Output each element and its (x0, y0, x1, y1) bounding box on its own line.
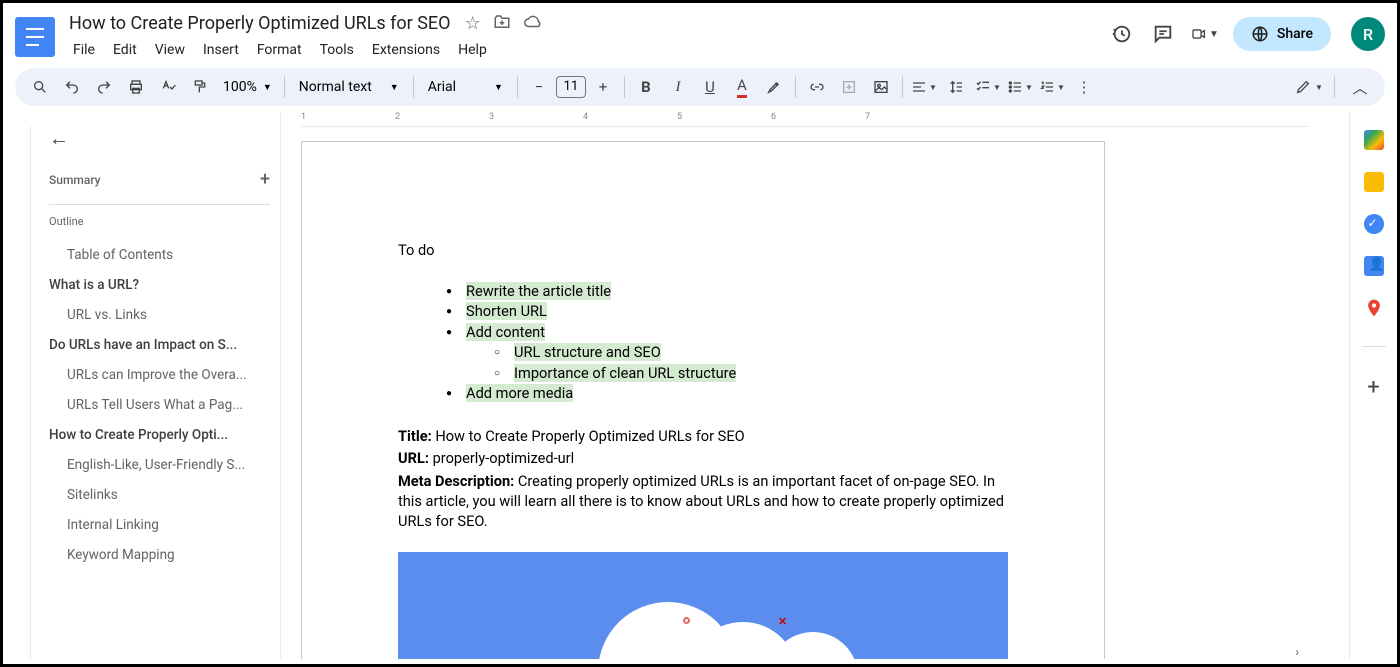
account-avatar[interactable]: R (1351, 17, 1385, 51)
todo-item: Add content (466, 323, 545, 341)
font-size-input[interactable]: 11 (556, 76, 586, 98)
add-comment-button[interactable] (834, 72, 864, 102)
horizontal-ruler[interactable]: 1234567 (301, 112, 1309, 127)
document-canvas[interactable]: 1234567 To do Rewrite the article title … (281, 112, 1349, 659)
outline-panel: ← Summary + Outline Table of ContentsWha… (31, 112, 281, 659)
add-summary-button[interactable]: + (260, 169, 270, 190)
checklist-button[interactable]: ▼ (973, 72, 1003, 102)
contacts-icon[interactable]: 👤 (1364, 256, 1384, 276)
page[interactable]: To do Rewrite the article title Shorten … (301, 141, 1105, 659)
underline-button[interactable]: U (695, 72, 725, 102)
zoom-select[interactable]: 100%▼ (217, 79, 278, 95)
history-icon[interactable] (1107, 20, 1135, 48)
share-label: Share (1277, 26, 1313, 42)
embedded-image[interactable]: ✕ (398, 552, 1008, 659)
link-button[interactable] (802, 72, 832, 102)
text-color-button[interactable]: A (727, 72, 757, 102)
star-icon[interactable]: ☆ (465, 13, 481, 34)
title-value: How to Create Properly Optimized URLs fo… (432, 427, 745, 445)
insert-image-button[interactable] (866, 72, 896, 102)
outline-item[interactable]: Table of Contents (49, 240, 270, 270)
keep-icon[interactable] (1364, 172, 1384, 192)
menu-format[interactable]: Format (249, 38, 310, 62)
url-value: properly-optimized-url (429, 449, 574, 467)
outline-item[interactable]: What is a URL? (49, 270, 270, 300)
add-addon-button[interactable]: + (1367, 375, 1379, 400)
bulleted-list-button[interactable]: ▼ (1005, 72, 1035, 102)
align-button[interactable]: ▼ (909, 72, 939, 102)
calendar-icon[interactable] (1364, 130, 1384, 150)
outline-item[interactable]: English-Like, User-Friendly S... (49, 450, 270, 480)
outline-item[interactable]: How to Create Properly Opti... (49, 420, 270, 450)
redo-button[interactable] (89, 72, 119, 102)
menu-insert[interactable]: Insert (195, 38, 247, 62)
outline-item[interactable]: Internal Linking (49, 510, 270, 540)
search-icon[interactable] (25, 72, 55, 102)
menu-help[interactable]: Help (450, 38, 495, 62)
todo-subitem: Importance of clean URL structure (514, 364, 736, 382)
side-panel: ✓ 👤 + (1349, 112, 1397, 659)
outline-close-button[interactable]: ← (49, 126, 270, 151)
highlight-button[interactable] (759, 72, 789, 102)
increase-font-button[interactable]: + (588, 72, 618, 102)
more-options-button[interactable]: ⋮ (1069, 72, 1099, 102)
menu-extensions[interactable]: Extensions (364, 38, 448, 62)
todo-item: Rewrite the article title (466, 282, 611, 300)
print-button[interactable] (121, 72, 151, 102)
summary-label: Summary (49, 173, 101, 187)
spellcheck-button[interactable] (153, 72, 183, 102)
url-label: URL: (398, 449, 429, 467)
move-icon[interactable] (493, 13, 511, 34)
vertical-ruler (3, 112, 31, 659)
todo-subitem: URL structure and SEO (514, 343, 661, 361)
globe-icon (1251, 25, 1269, 43)
header: How to Create Properly Optimized URLs fo… (3, 3, 1397, 62)
tasks-icon[interactable]: ✓ (1364, 214, 1384, 234)
italic-button[interactable]: I (663, 72, 693, 102)
outline-item[interactable]: URL vs. Links (49, 300, 270, 330)
doc-heading: To do (398, 240, 1008, 260)
comments-icon[interactable] (1149, 20, 1177, 48)
outline-item[interactable]: Keyword Mapping (49, 540, 270, 570)
decrease-font-button[interactable]: − (524, 72, 554, 102)
share-button[interactable]: Share (1233, 17, 1331, 51)
line-spacing-button[interactable] (941, 72, 971, 102)
todo-item: Shorten URL (466, 302, 547, 320)
editing-mode-button[interactable]: ▼ (1294, 72, 1324, 102)
menu-tools[interactable]: Tools (312, 38, 362, 62)
outline-item[interactable]: Sitelinks (49, 480, 270, 510)
outline-item[interactable]: Do URLs have an Impact on S... (49, 330, 270, 360)
title-label: Title: (398, 427, 432, 445)
maps-icon[interactable] (1364, 298, 1384, 318)
outline-item[interactable]: URLs can Improve the Overa... (49, 360, 270, 390)
outline-section-label: Outline (49, 215, 270, 228)
bold-button[interactable]: B (631, 72, 661, 102)
font-select[interactable]: Arial▼ (420, 79, 511, 95)
meet-button[interactable]: ▼ (1191, 20, 1219, 48)
todo-item: Add more media (466, 384, 573, 402)
menu-edit[interactable]: Edit (105, 38, 145, 62)
numbered-list-button[interactable]: ▼ (1037, 72, 1067, 102)
toolbar: 100%▼ Normal text▼ Arial▼ − 11 + B I U A… (15, 68, 1385, 106)
menu-file[interactable]: File (65, 38, 103, 62)
document-title[interactable]: How to Create Properly Optimized URLs fo… (65, 11, 455, 36)
outline-item[interactable]: URLs Tell Users What a Pag... (49, 390, 270, 420)
menu-view[interactable]: View (147, 38, 193, 62)
paragraph-style-select[interactable]: Normal text▼ (291, 79, 407, 95)
collapse-toolbar-button[interactable]: ︿ (1345, 72, 1375, 102)
undo-button[interactable] (57, 72, 87, 102)
cloud-status-icon[interactable] (523, 13, 543, 34)
paint-format-button[interactable] (185, 72, 215, 102)
docs-logo[interactable] (15, 17, 55, 57)
meta-label: Meta Description: (398, 472, 514, 490)
horizontal-scrollbar[interactable]: › (301, 645, 1299, 657)
menubar: File Edit View Insert Format Tools Exten… (65, 38, 1107, 62)
